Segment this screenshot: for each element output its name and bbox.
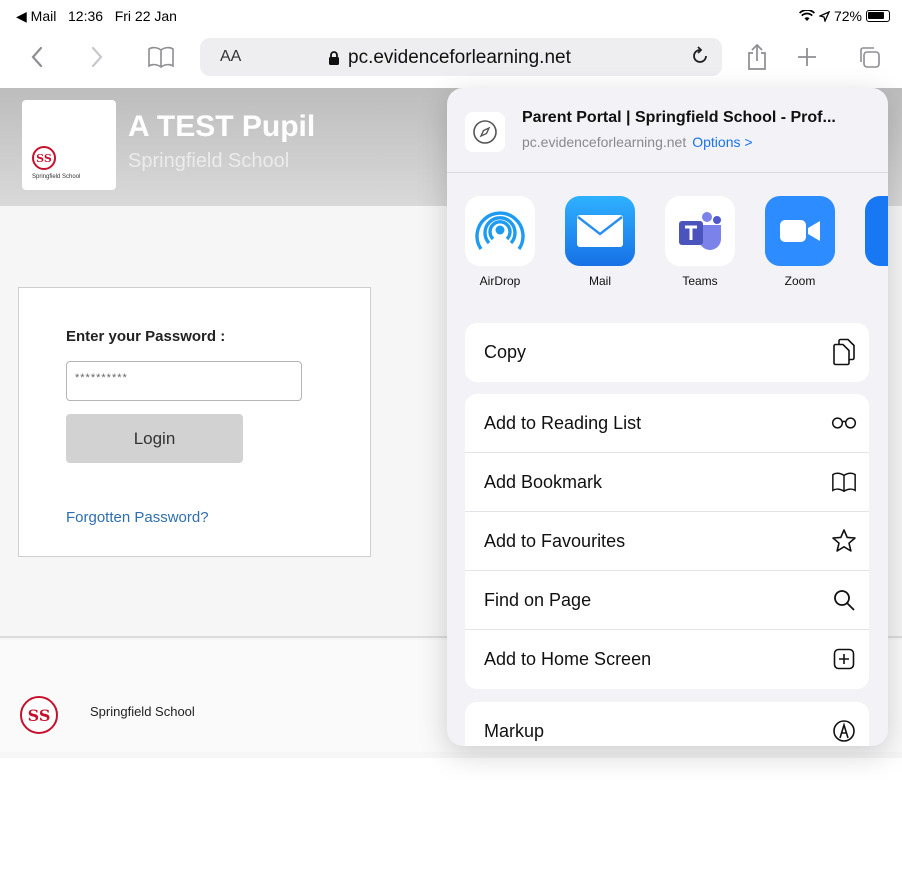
school-logo: SS Springfield School	[22, 100, 116, 190]
reload-icon	[693, 46, 707, 63]
star-icon	[831, 527, 857, 555]
share-app-partial[interactable]: Fa	[860, 196, 888, 288]
zoom-icon	[765, 196, 835, 266]
share-icon	[748, 43, 766, 70]
markup-action[interactable]: Markup	[465, 702, 869, 746]
status-time: 12:36	[68, 8, 104, 24]
footer-school-name: Springfield School	[90, 704, 195, 719]
app-label: Teams	[682, 274, 718, 288]
find-on-page-action[interactable]: Find on Page	[465, 571, 869, 630]
copy-action[interactable]: Copy	[465, 323, 869, 382]
action-label: Markup	[484, 721, 545, 741]
logo-caption: Springfield School	[32, 174, 81, 180]
teams-icon	[665, 196, 735, 266]
app-icon	[865, 196, 888, 266]
share-app-teams[interactable]: Teams	[660, 196, 740, 288]
battery-percent: 72%	[833, 8, 862, 24]
password-field[interactable]: **********	[66, 361, 302, 401]
share-app-airdrop[interactable]: AirDrop	[460, 196, 540, 288]
add-to-home-screen-action[interactable]: Add to Home Screen	[465, 630, 869, 689]
forgotten-password-link[interactable]: Forgotten Password?	[66, 509, 209, 526]
copy-icon	[831, 338, 857, 366]
markup-icon	[831, 717, 857, 745]
action-label: Find on Page	[484, 590, 592, 610]
chevron-left-icon	[31, 46, 43, 68]
book-icon	[148, 46, 174, 68]
share-page-url: pc.evidenceforlearning.net	[522, 134, 687, 150]
app-label: Mail	[588, 274, 611, 288]
address-bar[interactable]: AA pc.evidenceforlearning.net	[200, 38, 722, 76]
back-to-app-link[interactable]: ◀ Mail	[16, 8, 56, 24]
tabs-icon	[860, 47, 880, 68]
status-date: Fri 22 Jan	[114, 8, 177, 24]
add-bookmark-action[interactable]: Add Bookmark	[465, 453, 869, 512]
action-label: Add to Home Screen	[484, 649, 652, 669]
url-text: pc.evidenceforlearning.net	[348, 47, 571, 68]
text-size-button[interactable]: AA	[220, 48, 241, 66]
reload-button[interactable]	[688, 44, 712, 73]
divider	[447, 172, 888, 173]
new-tab-button[interactable]	[790, 40, 824, 74]
add-to-favourites-action[interactable]: Add to Favourites	[465, 512, 869, 571]
actions-group: Add to Reading List Add Bookmark Add to …	[465, 394, 869, 689]
plus-icon	[798, 48, 816, 66]
school-logo-mark: SS	[32, 146, 56, 170]
location-icon	[818, 10, 830, 22]
password-label: Enter your Password :	[66, 328, 226, 345]
forward-button[interactable]	[80, 40, 114, 74]
app-label: Fa	[860, 274, 888, 288]
book-icon	[831, 468, 857, 496]
pupil-name: A TEST Pupil	[128, 110, 316, 143]
login-button[interactable]: Login	[66, 414, 243, 463]
share-sheet-header: Parent Portal | Springfield School - Pro…	[447, 88, 888, 172]
action-label: Copy	[484, 342, 527, 362]
compass-icon	[465, 112, 505, 152]
status-bar: ◀ Mail 12:36 Fri 22 Jan 72%	[0, 0, 902, 28]
plus-square-icon	[831, 645, 857, 673]
chevron-right-icon	[91, 46, 103, 68]
action-label: Add Bookmark	[484, 472, 603, 492]
action-label: Add to Favourites	[484, 531, 626, 551]
wifi-icon	[798, 10, 815, 21]
app-label: Zoom	[784, 274, 816, 288]
tabs-button[interactable]	[852, 40, 886, 74]
search-icon	[831, 586, 857, 614]
copy-group: Copy	[465, 323, 869, 382]
school-name: Springfield School	[128, 150, 290, 172]
share-app-zoom[interactable]: Zoom	[760, 196, 840, 288]
back-button[interactable]	[20, 40, 54, 74]
options-link[interactable]: Options >	[692, 134, 752, 150]
browser-toolbar: AA pc.evidenceforlearning.net	[0, 30, 902, 84]
lock-icon	[329, 50, 339, 65]
share-apps-row: AirDrop Mail Teams Zoom Fa	[447, 196, 888, 296]
login-card: Enter your Password : ********** Login F…	[18, 287, 371, 557]
mail-icon	[565, 196, 635, 266]
share-sheet: Parent Portal | Springfield School - Pro…	[447, 88, 888, 746]
share-page-title: Parent Portal | Springfield School - Pro…	[522, 109, 836, 126]
add-to-reading-list-action[interactable]: Add to Reading List	[465, 394, 869, 453]
action-label: Add to Reading List	[484, 413, 642, 433]
airdrop-icon	[465, 196, 535, 266]
markup-group: Markup	[465, 702, 869, 746]
share-button[interactable]	[740, 40, 774, 74]
battery-icon	[866, 10, 890, 22]
app-label: AirDrop	[479, 274, 521, 288]
share-app-mail[interactable]: Mail	[560, 196, 640, 288]
footer-logo: SS	[20, 696, 58, 734]
glasses-icon	[831, 409, 857, 437]
bookmarks-button[interactable]	[144, 40, 178, 74]
